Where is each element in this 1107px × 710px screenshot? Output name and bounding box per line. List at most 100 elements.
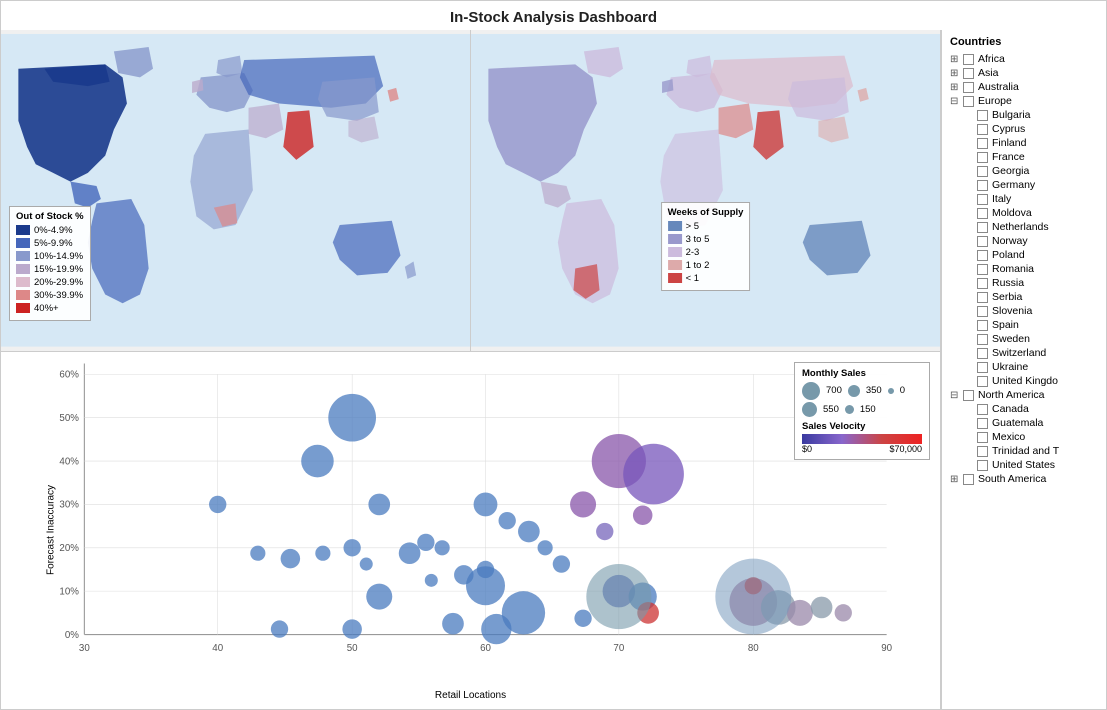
bubble-11[interactable] bbox=[417, 533, 434, 550]
tree-item-bulgaria[interactable]: ⊞Bulgaria bbox=[964, 108, 1098, 122]
tree-item-trinidad[interactable]: ⊞Trinidad and T bbox=[964, 444, 1098, 458]
bubble-25[interactable] bbox=[366, 583, 392, 609]
checkbox-united-states[interactable] bbox=[977, 460, 988, 471]
tree-item-netherlands[interactable]: ⊞Netherlands bbox=[964, 220, 1098, 234]
bubble-13[interactable] bbox=[425, 573, 438, 586]
checkbox-australia[interactable] bbox=[963, 82, 974, 93]
bubble-big-80[interactable] bbox=[715, 558, 791, 634]
checkbox-mexico[interactable] bbox=[977, 432, 988, 443]
checkbox-asia[interactable] bbox=[963, 68, 974, 79]
bubble-80-4[interactable] bbox=[811, 596, 833, 618]
bubble-16[interactable] bbox=[474, 492, 498, 516]
expand-australia[interactable]: ⊞ bbox=[950, 82, 960, 93]
checkbox-united-kingdom[interactable] bbox=[977, 376, 988, 387]
bubble-12[interactable] bbox=[435, 540, 450, 555]
bubble-70-3[interactable] bbox=[574, 609, 591, 626]
bubble-18[interactable] bbox=[518, 520, 540, 542]
bubble-19[interactable] bbox=[538, 540, 553, 555]
tree-item-germany[interactable]: ⊞Germany bbox=[964, 178, 1098, 192]
checkbox-switzerland[interactable] bbox=[977, 348, 988, 359]
tree-item-europe[interactable]: ⊟ Europe bbox=[950, 94, 1098, 108]
checkbox-norway[interactable] bbox=[977, 236, 988, 247]
checkbox-germany[interactable] bbox=[977, 180, 988, 191]
expand-south-america[interactable]: ⊞ bbox=[950, 474, 960, 485]
tree-item-united-states[interactable]: ⊞United States bbox=[964, 458, 1098, 472]
bubble-3[interactable] bbox=[368, 493, 390, 515]
tree-item-australia[interactable]: ⊞ Australia bbox=[950, 80, 1098, 94]
checkbox-sweden[interactable] bbox=[977, 334, 988, 345]
checkbox-moldova[interactable] bbox=[977, 208, 988, 219]
expand-asia[interactable]: ⊞ bbox=[950, 68, 960, 79]
bubble-17[interactable] bbox=[499, 512, 516, 529]
bubble-9[interactable] bbox=[360, 557, 373, 570]
tree-item-finland[interactable]: ⊞Finland bbox=[964, 136, 1098, 150]
checkbox-cyprus[interactable] bbox=[977, 124, 988, 135]
bubble-23[interactable] bbox=[481, 614, 511, 644]
checkbox-finland[interactable] bbox=[977, 138, 988, 149]
checkbox-bulgaria[interactable] bbox=[977, 110, 988, 121]
bubble-7[interactable] bbox=[315, 545, 330, 560]
tree-item-canada[interactable]: ⊞Canada bbox=[964, 402, 1098, 416]
bubble-10[interactable] bbox=[399, 542, 421, 564]
tree-item-norway[interactable]: ⊞Norway bbox=[964, 234, 1098, 248]
tree-item-france[interactable]: ⊞France bbox=[964, 150, 1098, 164]
checkbox-south-america[interactable] bbox=[963, 474, 974, 485]
tree-item-sweden[interactable]: ⊞Sweden bbox=[964, 332, 1098, 346]
tree-item-italy[interactable]: ⊞Italy bbox=[964, 192, 1098, 206]
bubble-80-3[interactable] bbox=[787, 599, 813, 625]
tree-item-spain[interactable]: ⊞Spain bbox=[964, 318, 1098, 332]
bubble-8[interactable] bbox=[343, 539, 360, 556]
bubble-purple-3[interactable] bbox=[633, 505, 653, 525]
tree-item-moldova[interactable]: ⊞Moldova bbox=[964, 206, 1098, 220]
expand-africa[interactable]: ⊞ bbox=[950, 54, 960, 65]
bubble-80-5[interactable] bbox=[835, 604, 852, 621]
tree-item-georgia[interactable]: ⊞Georgia bbox=[964, 164, 1098, 178]
tree-item-asia[interactable]: ⊞ Asia bbox=[950, 66, 1098, 80]
checkbox-spain[interactable] bbox=[977, 320, 988, 331]
tree-item-mexico[interactable]: ⊞Mexico bbox=[964, 430, 1098, 444]
tree-item-ukraine[interactable]: ⊞Ukraine bbox=[964, 360, 1098, 374]
bubble-24[interactable] bbox=[442, 612, 464, 634]
bubble-large-70[interactable] bbox=[586, 564, 651, 629]
tree-item-romania[interactable]: ⊞Romania bbox=[964, 262, 1098, 276]
bubble-6[interactable] bbox=[281, 548, 301, 568]
bubble-1[interactable] bbox=[328, 393, 376, 441]
tree-item-poland[interactable]: ⊞Poland bbox=[964, 248, 1098, 262]
checkbox-north-america[interactable] bbox=[963, 390, 974, 401]
checkbox-africa[interactable] bbox=[963, 54, 974, 65]
checkbox-netherlands[interactable] bbox=[977, 222, 988, 233]
bubble-purple-4[interactable] bbox=[596, 522, 613, 539]
bubble-big-purple[interactable] bbox=[623, 443, 684, 504]
tree-item-serbia[interactable]: ⊞Serbia bbox=[964, 290, 1098, 304]
tree-item-russia[interactable]: ⊞Russia bbox=[964, 276, 1098, 290]
bubble-5[interactable] bbox=[250, 545, 265, 560]
checkbox-trinidad[interactable] bbox=[977, 446, 988, 457]
bubble-2[interactable] bbox=[301, 444, 334, 477]
checkbox-france[interactable] bbox=[977, 152, 988, 163]
checkbox-europe[interactable] bbox=[963, 96, 974, 107]
checkbox-canada[interactable] bbox=[977, 404, 988, 415]
expand-north-america[interactable]: ⊟ bbox=[950, 390, 960, 401]
checkbox-guatemala[interactable] bbox=[977, 418, 988, 429]
checkbox-slovenia[interactable] bbox=[977, 306, 988, 317]
checkbox-romania[interactable] bbox=[977, 264, 988, 275]
tree-item-switzerland[interactable]: ⊞Switzerland bbox=[964, 346, 1098, 360]
tree-item-slovenia[interactable]: ⊞Slovenia bbox=[964, 304, 1098, 318]
checkbox-russia[interactable] bbox=[977, 278, 988, 289]
bubble-27[interactable] bbox=[271, 620, 288, 637]
bubble-4[interactable] bbox=[209, 495, 226, 512]
tree-item-guatemala[interactable]: ⊞Guatemala bbox=[964, 416, 1098, 430]
bubble-21[interactable] bbox=[466, 566, 505, 605]
tree-item-north-america[interactable]: ⊟ North America bbox=[950, 388, 1098, 402]
checkbox-ukraine[interactable] bbox=[977, 362, 988, 373]
tree-item-cyprus[interactable]: ⊞Cyprus bbox=[964, 122, 1098, 136]
bubble-20[interactable] bbox=[553, 555, 570, 572]
tree-item-united-kingdom[interactable]: ⊞United Kingdo bbox=[964, 374, 1098, 388]
tree-item-africa[interactable]: ⊞ Africa bbox=[950, 52, 1098, 66]
expand-europe[interactable]: ⊟ bbox=[950, 96, 960, 107]
checkbox-italy[interactable] bbox=[977, 194, 988, 205]
checkbox-georgia[interactable] bbox=[977, 166, 988, 177]
checkbox-serbia[interactable] bbox=[977, 292, 988, 303]
tree-item-south-america[interactable]: ⊞ South America bbox=[950, 472, 1098, 486]
checkbox-poland[interactable] bbox=[977, 250, 988, 261]
